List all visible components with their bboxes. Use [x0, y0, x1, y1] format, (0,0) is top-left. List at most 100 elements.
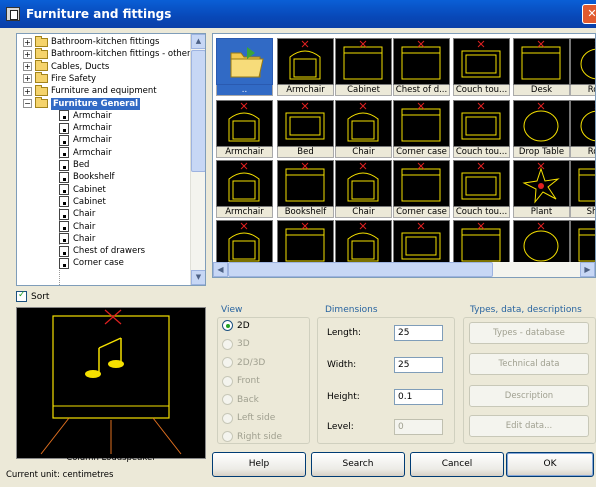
level-label: Level:	[327, 422, 354, 432]
height-input[interactable]: 0.1	[394, 389, 443, 405]
expand-icon[interactable]: +	[23, 62, 32, 72]
gallery-tile[interactable]: Drop Table	[513, 100, 570, 158]
view-option[interactable]: Left side	[222, 412, 275, 424]
tree-symbol-item[interactable]: Chair	[59, 221, 95, 233]
tree-symbol-item[interactable]: Chair	[59, 208, 95, 220]
description-button[interactable]: Description	[469, 385, 589, 407]
tree-symbol-item[interactable]: Corner case	[59, 257, 124, 269]
category-tree[interactable]: + Bathroom-kitchen fittings + Bathroom-kitc…	[16, 33, 206, 286]
view-option[interactable]: 3D	[222, 338, 250, 350]
gallery-tile[interactable]: Couch tou...	[453, 160, 510, 218]
corner-case-icon	[393, 100, 450, 147]
cabinet-icon	[277, 220, 334, 267]
gallery-tile[interactable]: Armchair	[216, 100, 273, 158]
expand-icon[interactable]: +	[23, 86, 32, 96]
loudspeaker-preview-drawing	[40, 309, 182, 455]
tree-folder-item[interactable]: − Furniture General	[23, 97, 141, 110]
tree-symbol-item[interactable]: Chair	[59, 233, 95, 245]
sort-checkbox[interactable]	[16, 290, 27, 302]
scroll-left-arrow-icon[interactable]: ◀	[213, 262, 228, 277]
tree-symbol-item[interactable]: Cabinet	[59, 196, 106, 208]
tree-symbol-item[interactable]: Bed	[59, 159, 89, 171]
tree-item-label: Bookshelf	[73, 172, 115, 183]
gallery-tile-label: Corner case	[393, 147, 450, 158]
tree-symbol-item[interactable]: Chest of drawers	[59, 245, 145, 257]
tree-symbol-item[interactable]: Armchair	[59, 122, 112, 134]
gallery-tile[interactable]: Chair	[335, 160, 392, 218]
length-input[interactable]: 25	[394, 325, 443, 341]
gallery-tile[interactable]: Cabinet	[335, 38, 392, 96]
sort-option[interactable]: Sort	[16, 290, 49, 302]
view-option-label: 2D/3D	[237, 357, 266, 368]
chair-icon	[335, 100, 392, 147]
tree-folder-item[interactable]: + Bathroom-kitchen fittings - others	[23, 47, 195, 60]
folder-icon	[35, 84, 48, 96]
types-database-button[interactable]: Types - database	[469, 322, 589, 344]
gallery-tile[interactable]: Roun	[570, 38, 595, 96]
scroll-right-arrow-icon[interactable]: ▶	[580, 262, 595, 277]
expand-icon[interactable]: +	[23, 74, 32, 84]
gallery-tile[interactable]: Bookshelf	[277, 160, 334, 218]
gallery-tile-label: Shelb	[570, 207, 595, 218]
cancel-button[interactable]: Cancel	[410, 452, 504, 477]
tree-item-label: Chair	[73, 209, 96, 220]
gallery-tile[interactable]: ..	[216, 38, 273, 96]
view-radio[interactable]	[222, 338, 233, 350]
help-button[interactable]: Help	[212, 452, 306, 477]
tree-folder-item[interactable]: + Fire Safety	[23, 72, 96, 85]
level-input[interactable]: 0	[394, 419, 443, 435]
tree-folder-item[interactable]: + Bathroom-kitchen fittings	[23, 35, 159, 48]
tree-symbol-item[interactable]: Armchair	[59, 110, 112, 122]
gallery-tile[interactable]: Corner case	[393, 160, 450, 218]
gallery-tile[interactable]: Armchair	[216, 160, 273, 218]
gallery-tile[interactable]: Couch tou...	[453, 38, 510, 96]
gallery-tile-label: Desk	[513, 85, 570, 96]
tree-vertical-scrollbar[interactable]: ▲ ▼	[190, 34, 205, 285]
technical-data-button[interactable]: Technical data	[469, 353, 589, 375]
gallery-tile[interactable]: Roun	[570, 100, 595, 158]
view-radio[interactable]	[222, 412, 233, 424]
gallery-tile[interactable]: Desk	[513, 38, 570, 96]
search-button[interactable]: Search	[311, 452, 405, 477]
gallery-horizontal-scrollbar[interactable]: ◀ ▶	[213, 262, 595, 277]
expand-icon[interactable]: +	[23, 37, 32, 47]
tree-symbol-item[interactable]: Armchair	[59, 147, 112, 159]
tree-symbol-item[interactable]: Bookshelf	[59, 171, 115, 183]
folder-icon	[35, 47, 48, 59]
scroll-up-arrow-icon[interactable]: ▲	[191, 34, 205, 49]
tree-folder-item[interactable]: + Cables, Ducts	[23, 60, 109, 73]
tree-folder-item[interactable]: + Furniture and equipment	[23, 84, 157, 97]
expand-icon[interactable]: +	[23, 49, 32, 59]
edit-data-button[interactable]: Edit data...	[469, 415, 589, 437]
width-input[interactable]: 25	[394, 357, 443, 373]
tree-symbol-item[interactable]: Armchair	[59, 134, 112, 146]
view-option[interactable]: 2D/3D	[222, 357, 265, 368]
view-radio[interactable]	[222, 375, 233, 387]
symbol-gallery[interactable]: .. Armchair Cabinet Chest of d... Couch tou.…	[212, 33, 596, 278]
ok-button[interactable]: OK	[506, 452, 594, 477]
gallery-tile[interactable]: Bed	[277, 100, 334, 158]
gallery-tile[interactable]: Plant	[513, 160, 570, 218]
gallery-tile[interactable]: Corner case	[393, 100, 450, 158]
view-radio[interactable]	[222, 431, 233, 442]
gallery-tile[interactable]: Shelb	[570, 160, 595, 218]
tree-scroll-thumb[interactable]	[191, 50, 205, 172]
gallery-tile[interactable]: Armchair	[277, 38, 334, 96]
tree-symbol-item[interactable]: Cabinet	[59, 184, 106, 196]
view-option[interactable]: 2D	[222, 320, 250, 331]
view-option[interactable]: Back	[222, 394, 259, 405]
view-radio[interactable]	[222, 357, 233, 368]
gallery-tile[interactable]: Chair	[335, 100, 392, 158]
view-option[interactable]: Right side	[222, 431, 282, 442]
gallery-tile[interactable]: Couch tou...	[453, 100, 510, 158]
gallery-tile-label: Cabinet	[335, 85, 392, 96]
scroll-down-arrow-icon[interactable]: ▼	[191, 270, 205, 285]
collapse-icon[interactable]: −	[23, 99, 32, 108]
types-group-title: Types, data, descriptions	[468, 305, 584, 315]
view-radio[interactable]	[222, 320, 233, 331]
view-option[interactable]: Front	[222, 375, 260, 387]
gallery-scroll-thumb[interactable]	[228, 262, 493, 277]
close-button[interactable]: ✕	[582, 4, 596, 24]
view-radio[interactable]	[222, 394, 233, 405]
gallery-tile[interactable]: Chest of d...	[393, 38, 450, 96]
